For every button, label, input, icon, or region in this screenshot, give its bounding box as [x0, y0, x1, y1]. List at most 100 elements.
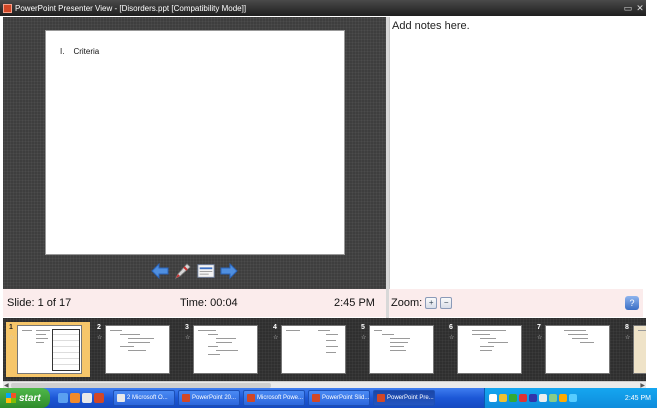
thumbnail-text-line: [22, 330, 32, 331]
zoom-in-button[interactable]: +: [425, 297, 438, 309]
slide-thumbnail[interactable]: 4 ☆: [270, 322, 354, 377]
transition-star-icon: ☆: [625, 335, 631, 341]
tray-icon[interactable]: [499, 394, 507, 402]
thumbnail-number: 1: [9, 324, 13, 331]
thumbnail-text-line: [208, 334, 218, 335]
speaker-notes[interactable]: Add notes here.: [389, 17, 643, 289]
powerpoint-icon[interactable]: [94, 393, 104, 403]
tray-icon[interactable]: [559, 394, 567, 402]
task-app-icon: [377, 394, 385, 402]
windows-taskbar: start 2 Microsoft O... PowerPoint 20... Mi…: [0, 388, 657, 408]
tray-icon[interactable]: [489, 394, 497, 402]
taskbar-task-button[interactable]: PowerPoint Slid...: [308, 390, 370, 406]
previous-slide-button[interactable]: [151, 262, 169, 280]
transition-star-icon: ☆: [97, 335, 103, 341]
outlook-icon[interactable]: [82, 393, 92, 403]
pen-button[interactable]: [174, 262, 192, 280]
slide-thumbnail[interactable]: 5 ☆: [358, 322, 442, 377]
minimize-button[interactable]: ▭: [622, 2, 634, 14]
transition-star-icon: ☆: [273, 335, 279, 341]
powerpoint-app-icon: [3, 3, 12, 13]
taskbar-task-button[interactable]: 2 Microsoft O...: [113, 390, 175, 406]
thumbnail-text-line: [36, 330, 50, 331]
help-button[interactable]: ?: [625, 296, 639, 310]
task-label: 2 Microsoft O...: [127, 395, 168, 401]
thumbnail-number: 3: [185, 324, 189, 331]
notes-text: Add notes here.: [392, 20, 470, 32]
arrow-left-icon: [151, 263, 169, 279]
thumbnail-text-line: [390, 338, 410, 339]
transition-star-icon: ☆: [185, 335, 191, 341]
tray-icon[interactable]: [539, 394, 547, 402]
transition-star-icon: ☆: [449, 335, 455, 341]
slide-thumbnail[interactable]: 7 ☆: [534, 322, 618, 377]
slide-menu-button[interactable]: [197, 262, 215, 280]
quick-launch: [58, 393, 104, 403]
slide-thumbnail[interactable]: 6 ☆: [446, 322, 530, 377]
thumbnail-text-line: [374, 330, 382, 331]
bullet-number: I.: [60, 47, 65, 56]
elapsed-timer[interactable]: Time: 00:04: [180, 297, 238, 309]
task-label: Microsoft Powe...: [257, 395, 304, 401]
transition-star-icon: ☆: [537, 335, 543, 341]
thumbnail-preview: [17, 325, 82, 374]
firefox-icon[interactable]: [70, 393, 80, 403]
thumbnail-text-line: [216, 342, 232, 343]
thumbnail-text-line: [198, 330, 216, 331]
task-label: PowerPoint Pre...: [387, 395, 434, 401]
thumbnail-text-line: [326, 346, 338, 347]
taskbar-task-button[interactable]: Microsoft Powe...: [243, 390, 305, 406]
thumbnail-text-line: [580, 342, 594, 343]
thumbnail-text-line: [480, 338, 496, 339]
tray-icon[interactable]: [569, 394, 577, 402]
tray-icon[interactable]: [509, 394, 517, 402]
windows-flag-icon: [6, 393, 16, 403]
thumbnail-text-line: [216, 350, 238, 351]
thumbnail-text-line: [480, 350, 492, 351]
thumbnail-text-line: [390, 346, 404, 347]
thumbnail-number: 7: [537, 324, 541, 331]
thumbnail-text-line: [110, 330, 122, 331]
slide-thumbnail[interactable]: 8 ☆: [622, 322, 646, 377]
thumbnail-preview: [457, 325, 522, 374]
clock: 2:45 PM: [334, 297, 375, 309]
slide-thumbnail[interactable]: 1 ☆: [6, 322, 90, 377]
taskbar-task-button[interactable]: PowerPoint 20...: [178, 390, 240, 406]
pen-icon: [175, 263, 191, 279]
transition-star-icon: ☆: [361, 335, 367, 341]
thumbnail-number: 5: [361, 324, 365, 331]
tray-clock: 2:45 PM: [624, 394, 651, 402]
zoom-out-button[interactable]: −: [440, 297, 453, 309]
next-slide-button[interactable]: [220, 262, 238, 280]
close-button[interactable]: ✕: [634, 2, 646, 14]
slide-thumbnail[interactable]: 2 ☆: [94, 322, 178, 377]
slide-thumbnail[interactable]: 3 ☆: [182, 322, 266, 377]
thumbnail-text-line: [36, 338, 48, 339]
thumbnail-text-line: [326, 340, 336, 341]
thumbnail-number: 6: [449, 324, 453, 331]
thumbnail-text-line: [572, 338, 588, 339]
taskbar-task-button[interactable]: PowerPoint Pre...: [373, 390, 435, 406]
show-desktop-icon[interactable]: [58, 393, 68, 403]
task-app-icon: [182, 394, 190, 402]
task-app-icon: [117, 394, 125, 402]
start-label: start: [19, 392, 41, 404]
bullet-text: Criteria: [73, 47, 100, 56]
tray-icon[interactable]: [519, 394, 527, 402]
tray-icon[interactable]: [549, 394, 557, 402]
transition-star-icon: ☆: [9, 335, 15, 341]
thumbnail-text-line: [128, 338, 154, 339]
thumbnail-text-line: [568, 334, 588, 335]
start-button[interactable]: start: [0, 388, 50, 408]
presenter-view-window: PowerPoint Presenter View - [Disorders.p…: [0, 0, 646, 408]
thumbnail-text-line: [326, 334, 338, 335]
thumbnail-preview: [633, 325, 646, 374]
comic-image: [52, 329, 80, 371]
thumbnail-scrollbar[interactable]: ◀ ▶: [3, 381, 646, 389]
task-app-icon: [312, 394, 320, 402]
current-slide[interactable]: I. Criteria: [45, 30, 345, 255]
thumbnail-preview: [193, 325, 258, 374]
tray-icon[interactable]: [529, 394, 537, 402]
thumbnail-number: 8: [625, 324, 629, 331]
slide-navigation: [151, 261, 246, 281]
